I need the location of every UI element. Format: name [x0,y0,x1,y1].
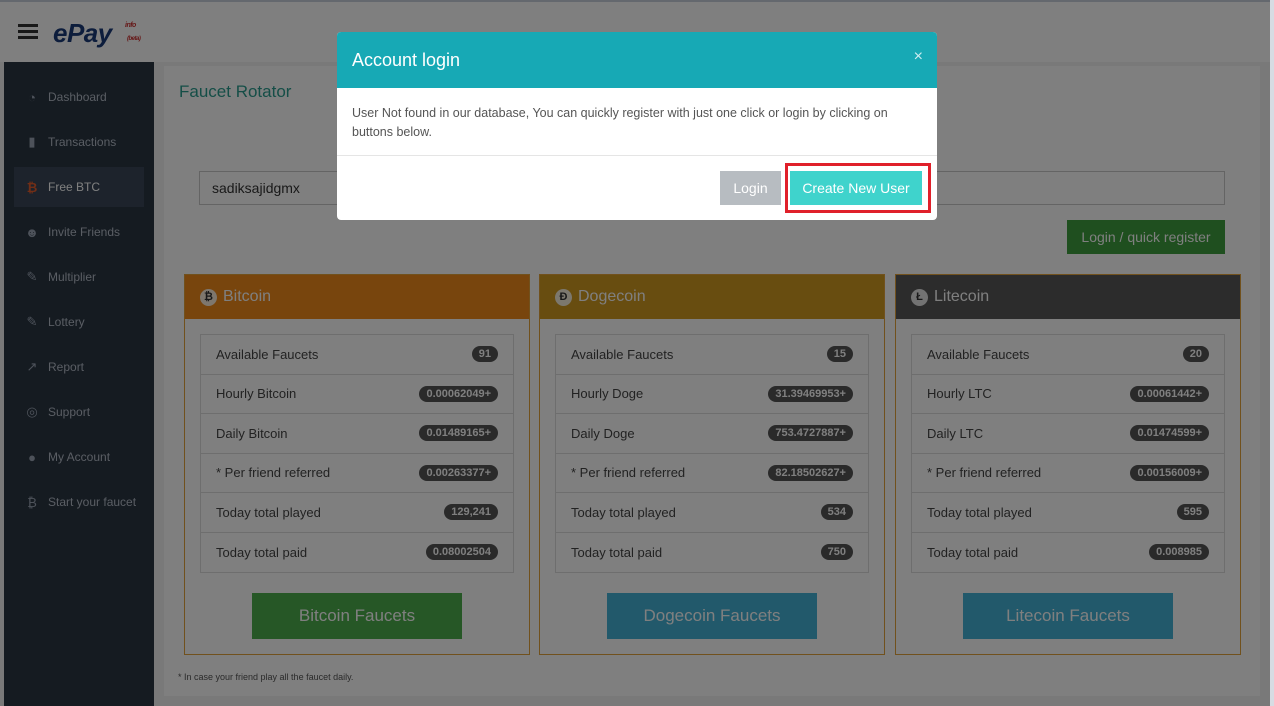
modal-message: User Not found in our database, You can … [352,106,888,139]
modal-header: Account login × [337,32,937,88]
modal-divider [337,155,937,156]
close-icon[interactable]: × [914,48,923,66]
highlight-box [785,163,931,213]
modal-title: Account login [352,50,461,70]
login-button[interactable]: Login [720,171,781,205]
window-edge [1270,0,1274,706]
